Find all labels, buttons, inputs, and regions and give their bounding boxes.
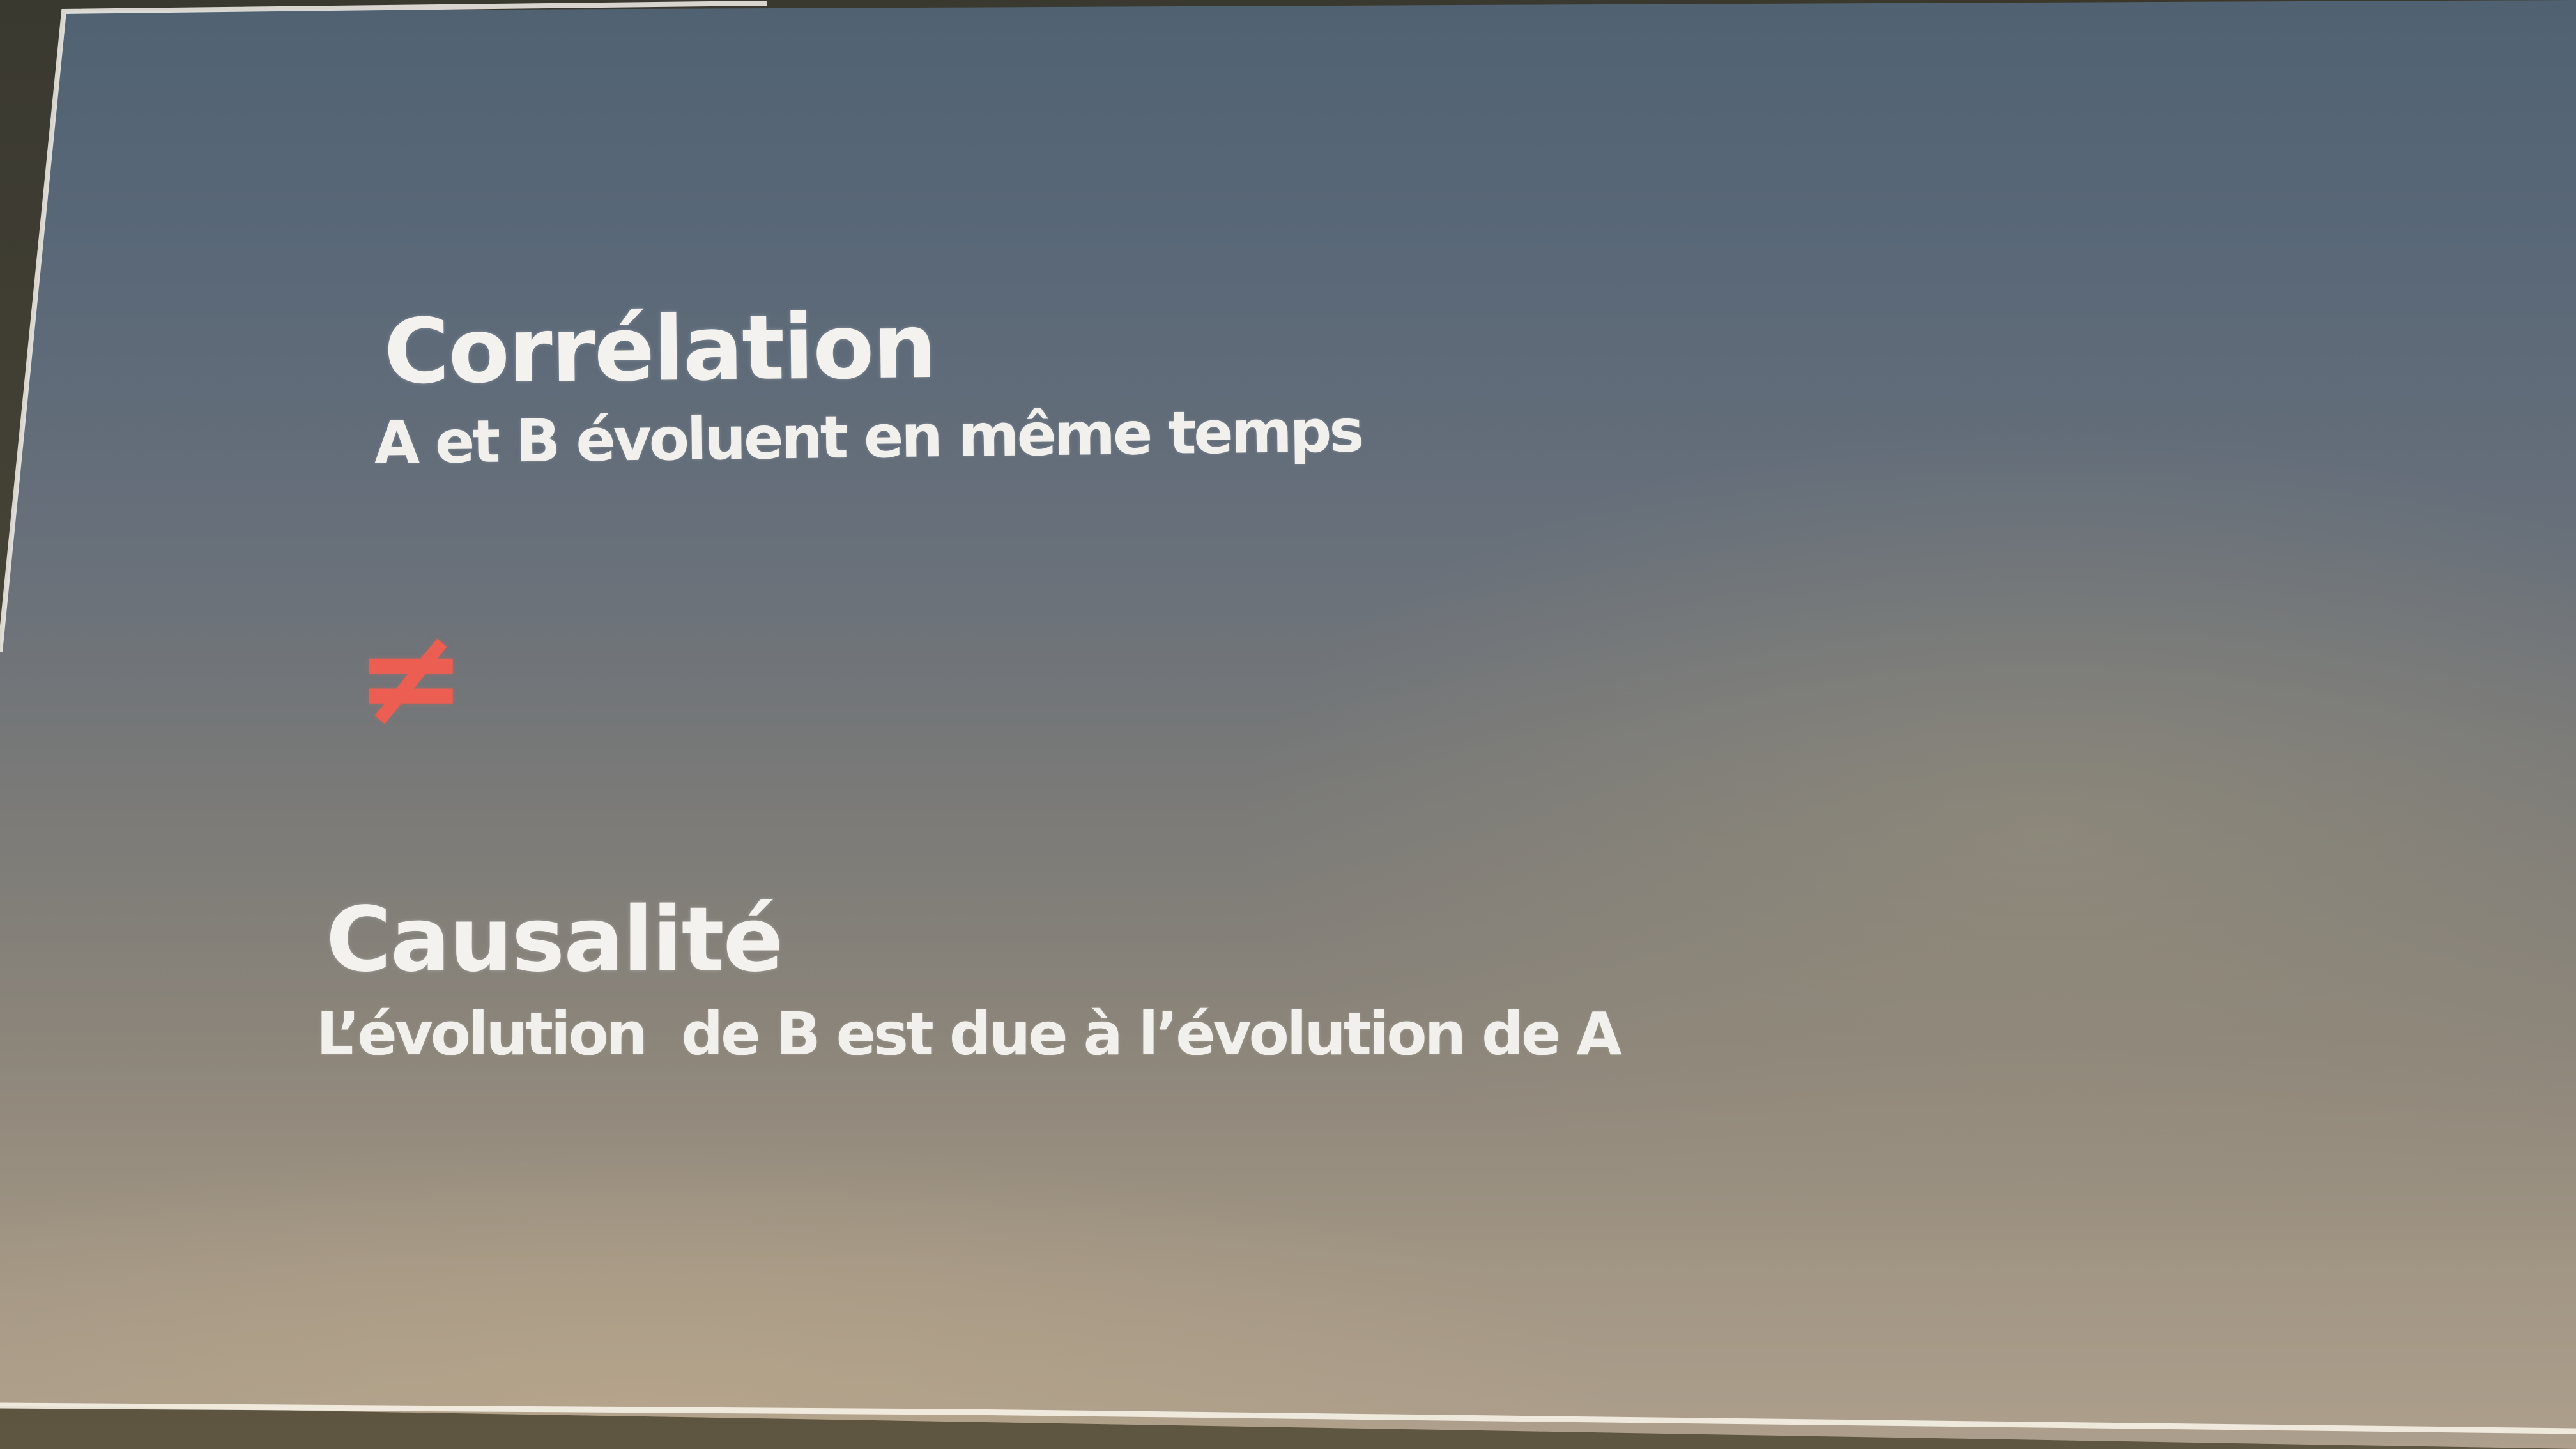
causalite-title: Causalité: [326, 888, 784, 992]
correlation-description: A et B évoluent en même temps: [374, 397, 1362, 477]
correlation-title: Corrélation: [383, 294, 936, 404]
not-equal-icon: ≠: [355, 599, 467, 755]
projected-slide: Corrélation A et B évoluent en même temp…: [0, 0, 2576, 1449]
photo-of-projected-slide: Corrélation A et B évoluent en même temp…: [0, 0, 2576, 1449]
causalite-description: L’évolution de B est due à l’évolution d…: [316, 1000, 1622, 1068]
